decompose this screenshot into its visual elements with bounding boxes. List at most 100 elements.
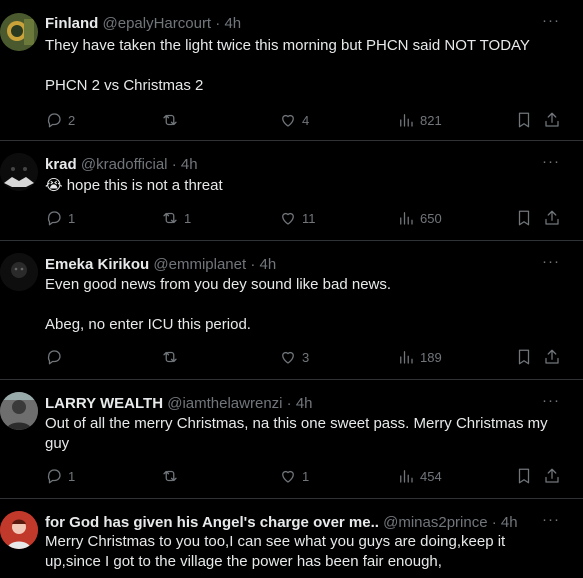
tweet-header: Finland @epalyHarcourt · 4h xyxy=(45,14,543,34)
retweet-button[interactable]: 1 xyxy=(161,208,191,228)
retweet-button[interactable] xyxy=(161,347,184,367)
view-count: 454 xyxy=(420,468,442,484)
like-button[interactable]: 3 xyxy=(279,347,309,367)
separator-dot: · xyxy=(286,395,292,412)
like-button[interactable]: 1 xyxy=(279,466,309,486)
share-icon xyxy=(545,468,559,483)
separator-dot: · xyxy=(171,156,177,173)
more-options-icon[interactable]: ··· xyxy=(541,154,561,175)
views-button[interactable]: 189 xyxy=(397,347,442,367)
analytics-icon xyxy=(400,351,413,364)
avatar[interactable] xyxy=(0,253,38,291)
user-handle[interactable]: @kradofficial xyxy=(81,156,168,173)
more-options-icon[interactable]: ··· xyxy=(541,512,561,533)
reply-button[interactable]: 1 xyxy=(45,466,75,486)
timestamp[interactable]: 4h xyxy=(296,395,313,412)
heart-icon xyxy=(282,351,294,364)
reply-count: 2 xyxy=(68,112,76,128)
share-icon xyxy=(545,349,559,364)
retweet-icon xyxy=(163,114,177,126)
heart-icon xyxy=(282,212,294,225)
like-count: 11 xyxy=(302,210,316,226)
heart-icon xyxy=(282,470,294,483)
user-handle[interactable]: @minas2prince xyxy=(383,514,487,531)
display-name[interactable]: for God has given his Angel's charge ove… xyxy=(45,514,379,531)
avatar[interactable] xyxy=(0,13,38,51)
display-name[interactable]: krad xyxy=(45,156,77,173)
avatar[interactable] xyxy=(0,392,38,430)
retweet-icon xyxy=(163,351,177,363)
reply-icon xyxy=(47,469,61,484)
more-options-icon[interactable]: ··· xyxy=(541,13,561,34)
timestamp[interactable]: 4h xyxy=(224,15,241,32)
action-bar: 1 1 454 xyxy=(45,466,565,486)
tweet-header: LARRY WEALTH @iamthelawrenzi · 4h xyxy=(45,394,543,414)
retweet-button[interactable] xyxy=(161,110,184,130)
tweet[interactable]: krad @kradofficial · 4h ··· 😭 hope this … xyxy=(0,141,583,241)
views-button[interactable]: 454 xyxy=(397,466,442,486)
user-handle[interactable]: @iamthelawrenzi xyxy=(167,395,282,412)
tweet[interactable]: LARRY WEALTH @iamthelawrenzi · 4h ··· Ou… xyxy=(0,380,583,499)
timeline-feed: Finland @epalyHarcourt · 4h ··· They hav… xyxy=(0,0,583,578)
share-icon xyxy=(545,112,559,127)
tweet-text: Even good news from you dey sound like b… xyxy=(45,276,392,333)
bookmark-button[interactable] xyxy=(515,208,533,228)
tweet-text: Out of all the merry Christmas, na this … xyxy=(45,415,552,452)
action-bar: 1 1 11 650 xyxy=(45,208,565,228)
like-count: 4 xyxy=(302,112,310,128)
like-button[interactable]: 11 xyxy=(279,208,316,228)
reply-count: 1 xyxy=(68,468,76,484)
views-button[interactable]: 821 xyxy=(397,110,442,130)
user-handle[interactable]: @emmiplanet xyxy=(153,256,246,273)
display-name[interactable]: Finland xyxy=(45,15,98,32)
bookmark-button[interactable] xyxy=(515,110,533,130)
view-count: 189 xyxy=(420,349,442,365)
tweet-text: They have taken the light twice this mor… xyxy=(45,37,530,94)
view-count: 821 xyxy=(420,112,442,128)
retweet-icon xyxy=(163,212,177,224)
bookmark-icon xyxy=(518,349,530,365)
bookmark-icon xyxy=(518,112,530,128)
share-button[interactable] xyxy=(543,466,561,486)
reply-button[interactable]: 2 xyxy=(45,110,75,130)
bookmark-icon xyxy=(518,468,530,484)
separator-dot: · xyxy=(215,15,221,32)
separator-dot: · xyxy=(250,256,256,273)
retweet-button[interactable] xyxy=(161,466,184,486)
reply-icon xyxy=(47,350,61,365)
timestamp[interactable]: 4h xyxy=(181,156,198,173)
share-icon xyxy=(545,210,559,225)
tweet[interactable]: Emeka Kirikou @emmiplanet · 4h ··· Even … xyxy=(0,241,583,380)
retweet-icon xyxy=(163,470,177,482)
bookmark-button[interactable] xyxy=(515,347,533,367)
separator-dot: · xyxy=(491,514,497,531)
more-options-icon[interactable]: ··· xyxy=(541,254,561,275)
bookmark-icon xyxy=(518,210,530,226)
like-count: 3 xyxy=(302,349,310,365)
more-options-icon[interactable]: ··· xyxy=(541,393,561,414)
views-button[interactable]: 650 xyxy=(397,208,442,228)
timestamp[interactable]: 4h xyxy=(260,256,277,273)
bookmark-button[interactable] xyxy=(515,466,533,486)
share-button[interactable] xyxy=(543,110,561,130)
action-bar: 2 4 821 xyxy=(45,110,565,130)
analytics-icon xyxy=(400,212,413,225)
timestamp[interactable]: 4h xyxy=(501,514,518,531)
tweet-header: for God has given his Angel's charge ove… xyxy=(45,513,543,533)
tweet[interactable]: for God has given his Angel's charge ove… xyxy=(0,499,583,578)
reply-button[interactable] xyxy=(45,347,68,367)
reply-button[interactable]: 1 xyxy=(45,208,75,228)
like-button[interactable]: 4 xyxy=(279,110,309,130)
analytics-icon xyxy=(400,470,413,483)
tweet-header: krad @kradofficial · 4h xyxy=(45,155,543,175)
user-handle[interactable]: @epalyHarcourt xyxy=(103,15,212,32)
tweet-header: Emeka Kirikou @emmiplanet · 4h xyxy=(45,255,543,275)
avatar[interactable] xyxy=(0,153,38,191)
display-name[interactable]: LARRY WEALTH xyxy=(45,395,163,412)
tweet[interactable]: Finland @epalyHarcourt · 4h ··· They hav… xyxy=(0,0,583,141)
share-button[interactable] xyxy=(543,208,561,228)
analytics-icon xyxy=(400,114,413,127)
avatar[interactable] xyxy=(0,511,38,549)
display-name[interactable]: Emeka Kirikou xyxy=(45,256,149,273)
share-button[interactable] xyxy=(543,347,561,367)
